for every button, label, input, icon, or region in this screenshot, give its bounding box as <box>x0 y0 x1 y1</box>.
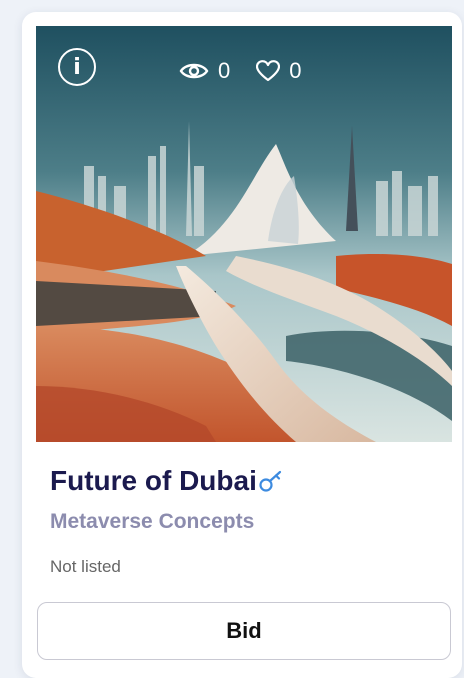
nft-artwork-image[interactable]: i 0 0 <box>36 26 452 442</box>
listing-status: Not listed <box>50 557 121 576</box>
info-icon[interactable]: i <box>58 48 96 86</box>
bid-button[interactable]: Bid <box>37 602 451 660</box>
collection-name[interactable]: Metaverse Concepts <box>50 510 254 534</box>
nft-card[interactable]: i 0 0 Future of Dubai Metaverse Concepts… <box>22 12 462 678</box>
engagement-stats: 0 0 <box>179 58 328 84</box>
key-icon <box>259 470 281 492</box>
heart-icon[interactable] <box>256 60 281 82</box>
info-icon-glyph: i <box>73 54 81 80</box>
views-count: 0 <box>218 58 231 83</box>
title-row: Future of Dubai <box>50 464 283 498</box>
likes-count: 0 <box>289 58 302 83</box>
artwork-illustration <box>36 26 452 442</box>
eye-icon <box>179 63 209 79</box>
nft-title[interactable]: Future of Dubai <box>50 464 257 498</box>
likes-stat[interactable]: 0 <box>256 58 302 84</box>
views-stat: 0 <box>179 58 230 84</box>
